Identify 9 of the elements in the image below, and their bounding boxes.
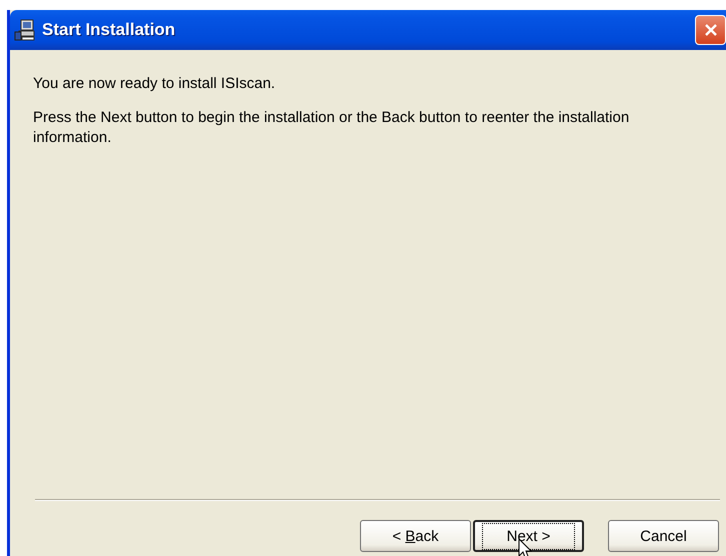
instruction-text: Press the Next button to begin the installation or the Back button to reenter the installation information.: [33, 108, 630, 148]
window-title: Start Installation: [42, 20, 176, 40]
instruction-text: You are now ready to install ISIscan.: [33, 74, 276, 94]
dialog-button[interactable]: Next >: [473, 520, 584, 552]
computer-icon: [14, 19, 36, 41]
close-button[interactable]: [695, 15, 726, 45]
dialog-button[interactable]: < Back: [360, 520, 471, 552]
close-icon: [704, 23, 718, 37]
dialog-button[interactable]: Cancel: [608, 520, 719, 552]
